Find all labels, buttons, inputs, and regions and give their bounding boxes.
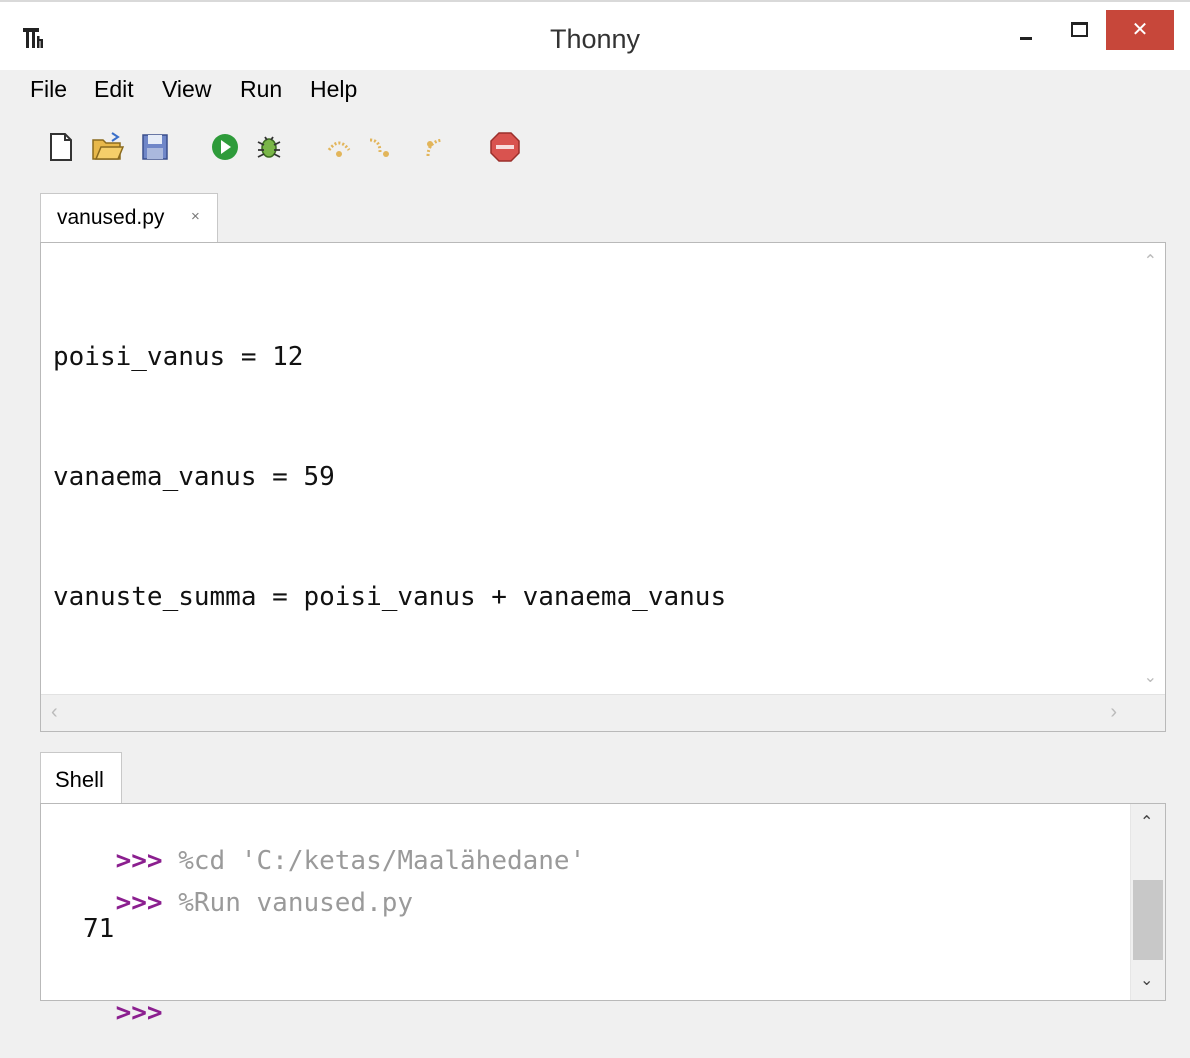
run-icon[interactable] xyxy=(208,130,242,164)
open-file-icon[interactable] xyxy=(90,130,125,164)
debug-icon[interactable] xyxy=(252,130,286,164)
tab-vanused-py[interactable]: vanused.py × xyxy=(40,193,218,242)
shell-vertical-scrollbar[interactable]: ⌃ ⌄ xyxy=(1130,804,1165,1000)
minimize-button[interactable] xyxy=(1010,10,1040,50)
horizontal-scrollbar[interactable]: ‹ › xyxy=(41,694,1165,731)
scroll-left-icon[interactable]: ‹ xyxy=(51,701,58,724)
menu-help[interactable]: Help xyxy=(310,76,357,103)
editor-tab-strip: vanused.py × xyxy=(40,193,1166,243)
code-line: poisi_vanus = 12 xyxy=(53,342,304,372)
maximize-button[interactable] xyxy=(1060,10,1096,50)
shell-console[interactable]: >>> %cd 'C:/ketas/Maalähedane' >>> %Run … xyxy=(40,803,1166,1028)
close-button[interactable]: ✕ xyxy=(1106,10,1174,50)
stop-icon[interactable] xyxy=(488,130,522,164)
title-bar: Thonny ✕ xyxy=(0,0,1190,70)
menu-edit[interactable]: Edit xyxy=(94,76,134,103)
code-editor[interactable]: poisi_vanus = 12 vanaema_vanus = 59 vanu… xyxy=(40,242,1166,732)
step-over-icon[interactable] xyxy=(322,130,356,164)
tab-close-icon[interactable]: × xyxy=(191,208,200,225)
tab-label: vanused.py xyxy=(57,206,165,229)
shell-command: %Run vanused.py xyxy=(178,888,414,918)
menu-bar: File Edit View Run Help xyxy=(0,70,1190,110)
code-line: vanuste_summa = poisi_vanus + vanaema_va… xyxy=(53,582,727,612)
shell-prompt: >>> xyxy=(115,888,163,918)
code-area[interactable]: poisi_vanus = 12 vanaema_vanus = 59 vanu… xyxy=(53,257,726,817)
scroll-up-icon[interactable]: ⌃ xyxy=(1144,251,1157,271)
scrollbar-thumb[interactable] xyxy=(1133,880,1163,960)
toolbar xyxy=(0,120,1190,170)
scroll-up-icon[interactable]: ⌃ xyxy=(1140,812,1153,832)
shell-tab-strip: Shell xyxy=(40,752,1166,805)
menu-file[interactable]: File xyxy=(30,76,67,103)
code-line: vanaema_vanus = 59 xyxy=(53,462,335,492)
menu-view[interactable]: View xyxy=(162,76,211,103)
scroll-right-icon[interactable]: › xyxy=(1110,701,1117,724)
tab-shell[interactable]: Shell xyxy=(40,752,122,805)
shell-input-line[interactable]: >>> xyxy=(53,968,163,1058)
scroll-down-icon[interactable]: ⌄ xyxy=(1144,667,1157,687)
save-file-icon[interactable] xyxy=(138,130,172,164)
new-file-icon[interactable] xyxy=(44,130,78,164)
shell-output: 71 xyxy=(83,914,115,944)
step-into-icon[interactable] xyxy=(362,130,396,164)
menu-run[interactable]: Run xyxy=(240,76,282,103)
scroll-down-icon[interactable]: ⌄ xyxy=(1140,970,1153,990)
step-out-icon[interactable] xyxy=(418,130,452,164)
tab-label: Shell xyxy=(55,767,104,792)
shell-prompt: >>> xyxy=(115,998,163,1028)
